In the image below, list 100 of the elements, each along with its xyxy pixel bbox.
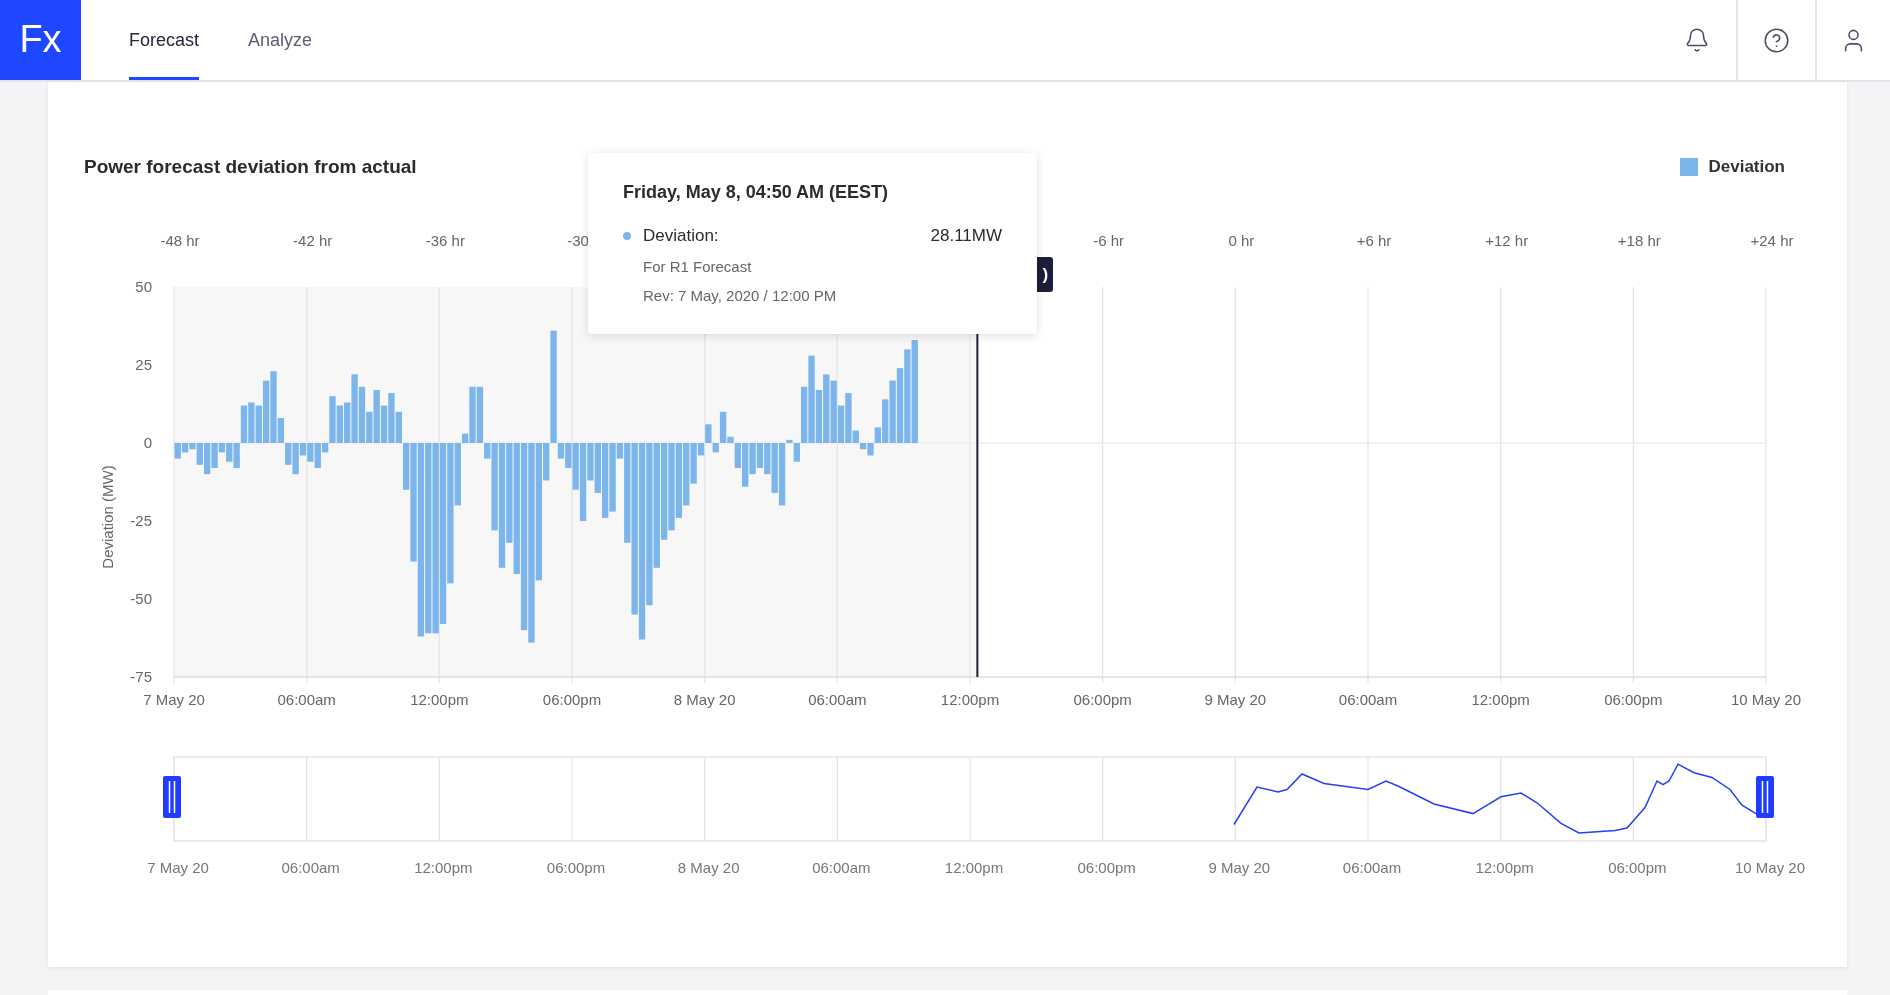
- deviation-bar[interactable]: [277, 418, 285, 443]
- deviation-bar[interactable]: [778, 443, 786, 506]
- deviation-bar[interactable]: [314, 443, 321, 468]
- deviation-bar[interactable]: [233, 443, 240, 468]
- deviation-bar[interactable]: [513, 443, 520, 575]
- deviation-bar[interactable]: [299, 443, 307, 456]
- deviation-bar[interactable]: [638, 443, 646, 640]
- deviation-bar[interactable]: [447, 443, 454, 584]
- deviation-bar[interactable]: [189, 443, 196, 450]
- deviation-bar[interactable]: [380, 405, 388, 443]
- deviation-bar[interactable]: [174, 443, 181, 459]
- deviation-bar[interactable]: [624, 443, 631, 543]
- deviation-bar[interactable]: [240, 405, 248, 443]
- deviation-bar[interactable]: [557, 443, 565, 459]
- deviation-bar[interactable]: [867, 443, 874, 456]
- deviation-bar[interactable]: [358, 386, 366, 443]
- deviation-bar[interactable]: [410, 443, 417, 562]
- legend-item[interactable]: Deviation: [1680, 154, 1785, 180]
- deviation-bar[interactable]: [432, 443, 439, 634]
- deviation-bar[interactable]: [823, 374, 830, 443]
- deviation-bar[interactable]: [653, 443, 660, 568]
- deviation-bar[interactable]: [587, 443, 594, 481]
- deviation-bar[interactable]: [801, 386, 808, 443]
- deviation-bar[interactable]: [351, 374, 358, 443]
- deviation-bar[interactable]: [830, 380, 837, 443]
- deviation-bar[interactable]: [181, 443, 189, 453]
- deviation-bar[interactable]: [344, 402, 351, 443]
- deviation-bar[interactable]: [270, 371, 277, 443]
- deviation-bar[interactable]: [484, 443, 491, 459]
- range-handle[interactable]: [1756, 776, 1774, 818]
- deviation-bar[interactable]: [660, 443, 668, 540]
- deviation-bar[interactable]: [520, 443, 528, 631]
- deviation-bar[interactable]: [852, 430, 859, 443]
- deviation-bar[interactable]: [572, 443, 579, 490]
- range-handle[interactable]: [163, 776, 181, 818]
- deviation-bar[interactable]: [793, 443, 800, 462]
- deviation-bar[interactable]: [403, 443, 410, 490]
- deviation-bar[interactable]: [255, 405, 262, 443]
- deviation-bar[interactable]: [329, 396, 336, 443]
- deviation-bar[interactable]: [307, 443, 314, 462]
- deviation-bar[interactable]: [506, 443, 513, 543]
- deviation-bar[interactable]: [262, 380, 270, 443]
- deviation-bar[interactable]: [543, 443, 550, 481]
- deviation-bar[interactable]: [845, 393, 852, 443]
- deviation-bar[interactable]: [859, 443, 867, 450]
- deviation-bar[interactable]: [528, 443, 535, 643]
- deviation-bar[interactable]: [196, 443, 203, 465]
- navigator-track[interactable]: [173, 756, 1767, 842]
- deviation-bar[interactable]: [439, 443, 447, 624]
- deviation-bar[interactable]: [550, 330, 557, 443]
- deviation-bar[interactable]: [609, 443, 616, 512]
- deviation-bar[interactable]: [631, 443, 638, 615]
- deviation-bar[interactable]: [535, 443, 542, 581]
- deviation-bar[interactable]: [727, 436, 734, 443]
- deviation-bar[interactable]: [204, 443, 211, 475]
- deviation-bar[interactable]: [321, 443, 329, 453]
- deviation-bar[interactable]: [749, 443, 756, 475]
- deviation-bar[interactable]: [764, 443, 771, 475]
- deviation-bar[interactable]: [683, 443, 690, 506]
- deviation-bar[interactable]: [690, 443, 697, 484]
- deviation-bar[interactable]: [476, 386, 484, 443]
- deviation-bar[interactable]: [461, 433, 469, 443]
- deviation-bar[interactable]: [388, 393, 395, 443]
- deviation-bar[interactable]: [808, 355, 815, 443]
- deviation-bar[interactable]: [756, 443, 764, 468]
- deviation-bar[interactable]: [874, 427, 882, 443]
- deviation-bar[interactable]: [616, 443, 624, 459]
- deviation-bar[interactable]: [837, 405, 845, 443]
- deviation-bar[interactable]: [469, 386, 476, 443]
- deviation-bar[interactable]: [366, 411, 373, 443]
- deviation-bar[interactable]: [491, 443, 498, 531]
- deviation-bar[interactable]: [734, 443, 741, 468]
- deviation-bar[interactable]: [248, 402, 255, 443]
- deviation-bar[interactable]: [815, 389, 823, 443]
- deviation-bar[interactable]: [336, 405, 343, 443]
- deviation-bar[interactable]: [675, 443, 683, 518]
- deviation-bar[interactable]: [742, 443, 749, 487]
- deviation-bar[interactable]: [668, 443, 675, 531]
- deviation-bar[interactable]: [579, 443, 587, 521]
- deviation-bar[interactable]: [911, 340, 918, 443]
- deviation-bar[interactable]: [697, 443, 705, 456]
- app-logo[interactable]: Fx: [0, 0, 81, 80]
- nav-tab[interactable]: Analyze: [248, 0, 313, 80]
- deviation-bar[interactable]: [889, 380, 896, 443]
- deviation-bar[interactable]: [226, 443, 233, 462]
- deviation-bar[interactable]: [211, 443, 218, 468]
- deviation-bar[interactable]: [218, 443, 226, 453]
- deviation-bar[interactable]: [417, 443, 425, 637]
- deviation-bar[interactable]: [786, 439, 793, 443]
- deviation-bar[interactable]: [565, 443, 572, 468]
- deviation-bar[interactable]: [454, 443, 461, 506]
- deviation-bar[interactable]: [602, 443, 609, 518]
- deviation-bar[interactable]: [904, 349, 911, 443]
- deviation-bar[interactable]: [771, 443, 778, 493]
- deviation-bar[interactable]: [882, 399, 889, 443]
- deviation-bar[interactable]: [498, 443, 506, 568]
- deviation-bar[interactable]: [373, 389, 380, 443]
- deviation-bar[interactable]: [395, 411, 402, 443]
- deviation-bar[interactable]: [292, 443, 299, 475]
- deviation-bar[interactable]: [705, 424, 712, 443]
